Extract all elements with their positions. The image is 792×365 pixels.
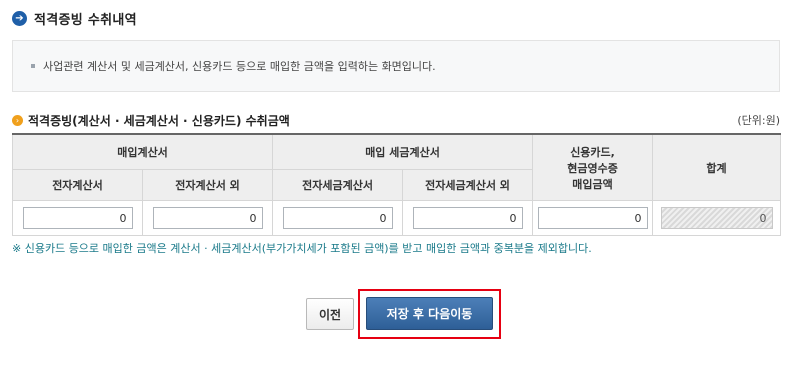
e-invoice-input[interactable]: [22, 207, 133, 229]
header-card-line2: 현금영수증: [567, 161, 618, 175]
total-field: [660, 207, 773, 229]
non-e-tax-invoice-input[interactable]: [412, 207, 523, 229]
cell-non-e-tax-invoice: [402, 200, 534, 236]
cell-e-invoice: [12, 200, 143, 236]
header-card-cash: 신용카드, 현금영수증 매입금액: [532, 133, 654, 201]
page-header: ➔ 적격증빙 수취내역: [12, 8, 137, 28]
cell-total: [652, 200, 782, 236]
cell-e-tax-invoice: [272, 200, 404, 236]
header-total: 합계: [652, 133, 782, 201]
header-non-e-tax-invoice: 전자세금계산서 외: [402, 169, 534, 201]
cell-card-cash: [532, 200, 654, 236]
group-header-purchase-invoice: 매입계산서: [11, 133, 274, 170]
save-and-next-button[interactable]: 저장 후 다음이동: [366, 297, 493, 330]
e-tax-invoice-input[interactable]: [282, 207, 393, 229]
section-header: › 적격증빙(계산서 · 세금계산서 · 신용카드) 수취금액 (단위:원): [12, 111, 780, 129]
info-box: 사업관련 계산서 및 세금계산서, 신용카드 등으로 매입한 금액을 입력하는 …: [12, 40, 780, 92]
bullet-icon: [31, 64, 35, 68]
cell-non-e-invoice: [141, 200, 274, 236]
info-text: 사업관련 계산서 및 세금계산서, 신용카드 등으로 매입한 금액을 입력하는 …: [43, 60, 436, 73]
page-title: 적격증빙 수취내역: [34, 12, 137, 28]
non-e-invoice-input[interactable]: [152, 207, 263, 229]
note-text: ※ 신용카드 등으로 매입한 금액은 계산서 · 세금계산서(부가가치세가 포함…: [12, 242, 592, 255]
header-e-tax-invoice: 전자세금계산서: [272, 169, 404, 201]
arrow-right-circle-icon: ➔: [12, 10, 27, 26]
purchase-amount-table: 매입계산서 매입 세금계산서 신용카드, 현금영수증 매입금액 합계 전자계산서…: [11, 133, 782, 236]
card-cash-input[interactable]: [537, 207, 648, 229]
unit-label: (단위:원): [737, 114, 780, 127]
header-card-line1: 신용카드,: [570, 145, 615, 159]
group-header-purchase-tax-invoice: 매입 세금계산서: [272, 133, 534, 170]
chevron-right-circle-icon: ›: [12, 114, 23, 126]
section-title: 적격증빙(계산서 · 세금계산서 · 신용카드) 수취금액: [28, 113, 290, 128]
header-e-invoice: 전자계산서: [12, 169, 143, 201]
header-card-line3: 매입금액: [572, 177, 613, 191]
header-non-e-invoice: 전자계산서 외: [141, 169, 274, 201]
prev-button[interactable]: 이전: [306, 298, 354, 330]
